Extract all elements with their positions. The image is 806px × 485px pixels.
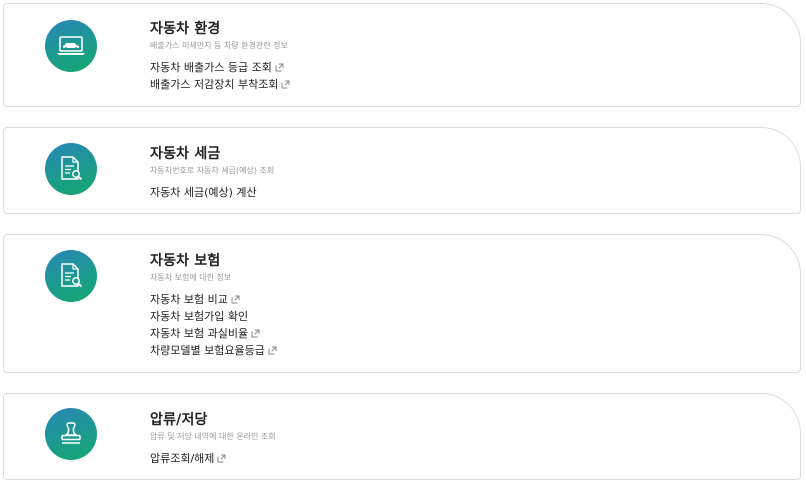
section-card-insurance: 자동차 보험 자동차 보험에 대한 정보 자동차 보험 비교 자동차 보험가입 … [3, 234, 801, 373]
link-insurance-model-grade[interactable]: 차량모델별 보험요율등급 [150, 342, 277, 359]
link-seizure-lookup[interactable]: 압류조회/해제 [150, 450, 276, 467]
link-tax-calculate[interactable]: 자동차 세금(예상) 계산 [150, 184, 274, 201]
section-title: 자동차 보험 [150, 253, 221, 269]
link-label: 자동차 배출가스 등급 조회 [150, 61, 272, 74]
car-laptop-icon [57, 36, 85, 55]
link-insurance-check[interactable]: 자동차 보험가입 확인 [150, 308, 277, 325]
external-link-icon [217, 454, 226, 462]
external-link-icon [268, 346, 277, 354]
stamp-icon [61, 422, 81, 444]
external-link-icon [281, 80, 290, 88]
link-label: 압류조회/해제 [150, 452, 215, 465]
link-label: 자동차 보험 비교 [150, 293, 228, 306]
external-link-icon [275, 63, 284, 71]
section-description: 자동차 보험에 대한 정보 [150, 273, 232, 282]
section-title: 자동차 환경 [150, 21, 221, 37]
link-insurance-compare[interactable]: 자동차 보험 비교 [150, 291, 277, 308]
link-label: 자동차 세금(예상) 계산 [150, 186, 257, 199]
document-search-icon [61, 156, 83, 181]
link-emission-grade[interactable]: 자동차 배출가스 등급 조회 [150, 59, 290, 76]
section-card-seizure: 압류/저당 압류 및 저당 내역에 대한 온라인 조회 압류조회/해제 [3, 393, 801, 480]
section-card-tax: 자동차 세금 자동차번호로 자동차 세금(예상) 조회 자동차 세금(예상) 계… [3, 127, 801, 214]
section-card-environment: 자동차 환경 배출가스 미세먼지 등 차량 환경관련 정보 자동차 배출가스 등… [3, 3, 801, 107]
external-link-icon [251, 329, 260, 337]
section-title: 압류/저당 [150, 412, 208, 428]
section-icon-circle [45, 408, 97, 460]
section-icon-circle [45, 20, 97, 72]
link-insurance-fault-ratio[interactable]: 자동차 보험 과실비율 [150, 325, 277, 342]
link-label: 자동차 보험가입 확인 [150, 310, 249, 323]
external-link-icon [231, 295, 240, 303]
section-description: 압류 및 저당 내역에 대한 온라인 조회 [150, 432, 276, 441]
link-label: 차량모델별 보험요율등급 [150, 344, 265, 357]
link-label: 자동차 보험 과실비율 [150, 327, 249, 340]
section-icon-circle [45, 250, 97, 302]
section-description: 자동차번호로 자동차 세금(예상) 조회 [150, 166, 275, 175]
section-description: 배출가스 미세먼지 등 차량 환경관련 정보 [150, 41, 288, 50]
section-icon-circle [45, 143, 97, 195]
document-search-icon [61, 263, 83, 288]
link-label: 배출가스 저감장치 부착조회 [150, 78, 279, 91]
section-title: 자동차 세금 [150, 146, 221, 162]
link-emission-device[interactable]: 배출가스 저감장치 부착조회 [150, 76, 290, 93]
